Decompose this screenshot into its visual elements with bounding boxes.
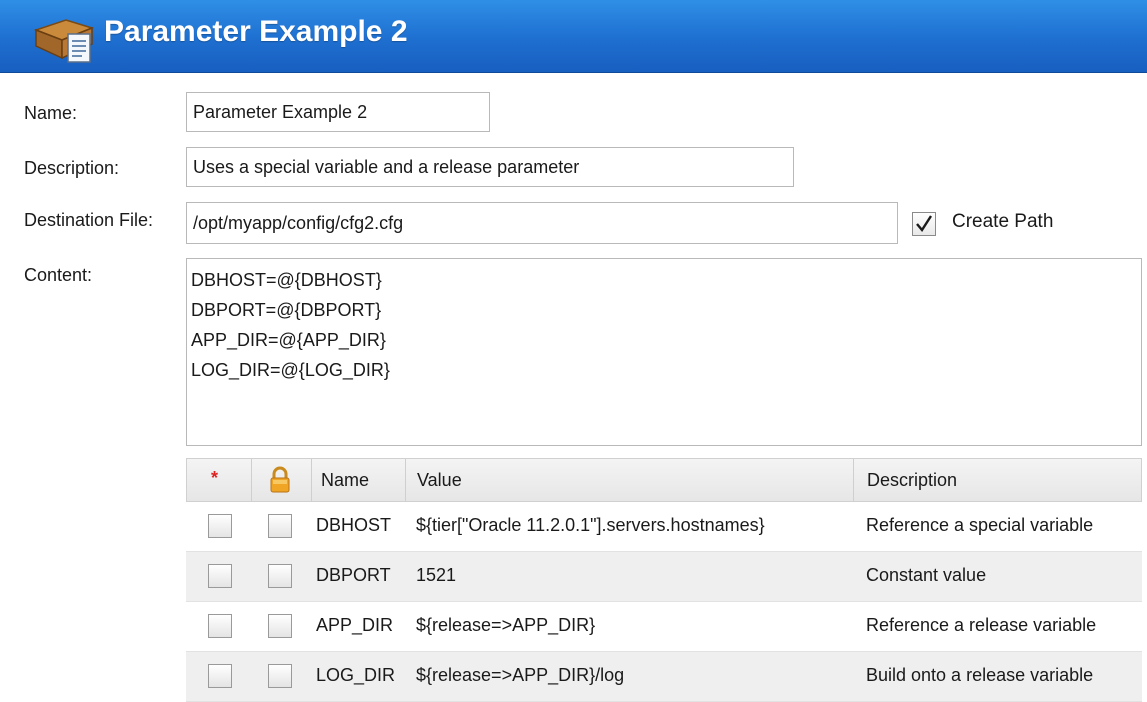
- lock-icon[interactable]: [269, 466, 291, 494]
- required-checkbox[interactable]: [208, 514, 232, 538]
- content-textarea[interactable]: DBHOST=@{DBHOST} DBPORT=@{DBPORT} APP_DI…: [186, 258, 1142, 446]
- required-column-header[interactable]: *: [211, 468, 218, 489]
- param-value: 1521: [416, 565, 457, 585]
- column-divider: [405, 459, 406, 501]
- column-divider: [853, 459, 854, 501]
- param-description: Build onto a release variable: [866, 665, 1094, 685]
- locked-checkbox[interactable]: [268, 614, 292, 638]
- description-column-header[interactable]: Description: [867, 470, 957, 491]
- content-line: LOG_DIR=@{LOG_DIR}: [191, 360, 390, 380]
- param-name: DBHOST: [316, 515, 392, 535]
- create-path-checkbox[interactable]: [912, 212, 936, 236]
- content-line: DBHOST=@{DBHOST}: [191, 270, 382, 290]
- param-description: Constant value: [866, 565, 987, 585]
- locked-checkbox[interactable]: [268, 664, 292, 688]
- create-path-label[interactable]: Create Path: [952, 211, 1053, 233]
- table-row[interactable]: LOG_DIR ${release=>APP_DIR}/log Build on…: [186, 652, 1142, 702]
- name-field[interactable]: Parameter Example 2: [186, 92, 490, 132]
- locked-checkbox[interactable]: [268, 514, 292, 538]
- param-value: ${release=>APP_DIR}/log: [416, 665, 625, 685]
- content-line: DBPORT=@{DBPORT}: [191, 300, 382, 320]
- name-label: Name:: [24, 103, 78, 123]
- param-name: DBPORT: [316, 565, 391, 585]
- param-description: Reference a special variable: [866, 515, 1094, 535]
- page-title: Parameter Example 2: [104, 15, 408, 48]
- parameter-file-icon: [33, 19, 95, 63]
- description-field[interactable]: Uses a special variable and a release pa…: [186, 147, 794, 187]
- content-line: APP_DIR=@{APP_DIR}: [191, 330, 386, 350]
- value-column-header[interactable]: Value: [417, 470, 462, 491]
- param-name: LOG_DIR: [316, 665, 396, 685]
- table-row[interactable]: DBPORT 1521 Constant value: [186, 552, 1142, 602]
- destination-file-label: Destination File:: [24, 210, 154, 230]
- parameters-table: * Name Value Description DBHOST ${tier["…: [186, 458, 1142, 702]
- column-divider: [311, 459, 312, 501]
- title-bar: Parameter Example 2: [0, 0, 1147, 73]
- locked-checkbox[interactable]: [268, 564, 292, 588]
- param-value: ${tier["Oracle 11.2.0.1"].servers.hostna…: [416, 515, 765, 535]
- content-label: Content:: [24, 265, 93, 285]
- table-row[interactable]: DBHOST ${tier["Oracle 11.2.0.1"].servers…: [186, 502, 1142, 552]
- name-column-header[interactable]: Name: [321, 470, 369, 491]
- table-row[interactable]: APP_DIR ${release=>APP_DIR} Reference a …: [186, 602, 1142, 652]
- param-name: APP_DIR: [316, 615, 394, 635]
- required-checkbox[interactable]: [208, 564, 232, 588]
- column-divider: [251, 459, 252, 501]
- param-description: Reference a release variable: [866, 615, 1097, 635]
- param-value: ${release=>APP_DIR}: [416, 615, 596, 635]
- description-label: Description:: [24, 158, 120, 178]
- destination-file-field[interactable]: /opt/myapp/config/cfg2.cfg: [186, 202, 898, 244]
- table-header: * Name Value Description: [186, 458, 1142, 502]
- required-checkbox[interactable]: [208, 614, 232, 638]
- checkmark-icon: [916, 215, 933, 233]
- required-checkbox[interactable]: [208, 664, 232, 688]
